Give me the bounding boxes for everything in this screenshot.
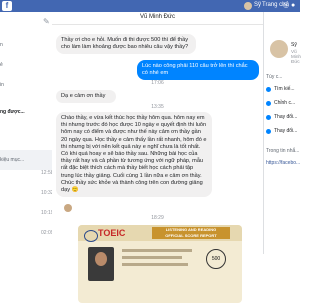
message-time: 17:06 <box>151 80 164 86</box>
edit-icon <box>266 101 271 106</box>
report-text-line <box>122 263 188 266</box>
message-time: 18:29 <box>151 215 164 221</box>
shared-links-label: Trong tin nhắ... <box>266 148 300 154</box>
list-item[interactable]: kiệu mục... <box>0 157 52 163</box>
message-outgoing: Lúc nào công phải 110 câu trở lên thì ch… <box>137 60 259 81</box>
report-text-line <box>122 256 182 259</box>
list-item[interactable]: ng được... <box>0 109 52 115</box>
option-edit[interactable]: Chỉnh c... <box>274 100 295 106</box>
conversation-list: ✎ n ẻ in ng được... kiệu mục... 12:58 10… <box>0 12 54 254</box>
conversation-title[interactable]: Vũ Minh Đức <box>52 14 263 20</box>
option-change-emoji[interactable]: Thay đổi... <box>274 128 297 134</box>
compose-icon[interactable]: ✎ <box>43 17 50 26</box>
info-panel: Sỹ Vũ Minh Đức Tùy c... Tìm kiế... Chỉnh… <box>263 12 301 254</box>
color-icon <box>266 115 271 120</box>
option-search[interactable]: Tìm kiế... <box>274 86 295 92</box>
message-incoming: Thầy ơi cho e hỏi. Muốn đi thi được 500 … <box>56 34 196 55</box>
list-item[interactable]: in <box>0 82 52 88</box>
emoji-icon <box>266 129 271 134</box>
top-bar: f Sỹ Trang chủ ◎ ● <box>0 0 300 12</box>
contact-avatar[interactable] <box>270 40 288 58</box>
message-time: 13:35 <box>151 104 164 110</box>
list-item[interactable]: ẻ <box>0 62 52 68</box>
contact-name[interactable]: Sỹ <box>291 42 297 48</box>
option-change-color[interactable]: Thay đổi... <box>274 114 297 120</box>
toeic-score-image[interactable]: TOEIC LISTENING AND READING OFFICIAL SCO… <box>78 225 242 303</box>
search-icon <box>266 87 271 92</box>
message-incoming: Chào thầy, e vừa kết thúc học thầy hôm q… <box>56 112 212 198</box>
contact-subtitle: Vũ Minh Đức <box>291 49 301 64</box>
list-item[interactable]: n <box>0 42 52 48</box>
options-label: Tùy c... <box>266 74 283 80</box>
conversation-panel: Vũ Minh Đức Thầy ơi cho e hỏi. Muốn đi t… <box>52 12 263 303</box>
report-title: LISTENING AND READING OFFICIAL SCORE REP… <box>152 227 230 239</box>
shared-link[interactable]: https://facebo... <box>266 160 300 166</box>
profile-name[interactable]: Sỹ <box>254 2 261 8</box>
toeic-logo: TOEIC <box>98 228 126 238</box>
sender-avatar <box>64 204 72 212</box>
people-icon[interactable]: ◎ <box>283 2 289 10</box>
score-badge: 500 <box>206 249 226 269</box>
facebook-logo-icon[interactable]: f <box>2 1 12 11</box>
bell-icon[interactable]: ● <box>291 2 295 10</box>
profile-avatar[interactable] <box>244 2 252 10</box>
message-incoming: Dạ e cảm ơn thầy <box>56 90 116 104</box>
ets-logo-icon <box>84 230 98 242</box>
report-text-line <box>122 249 192 252</box>
candidate-face <box>95 252 107 266</box>
conversation-header: Vũ Minh Đức <box>52 12 263 25</box>
report-line-2: OFFICIAL SCORE REPORT <box>165 233 217 238</box>
